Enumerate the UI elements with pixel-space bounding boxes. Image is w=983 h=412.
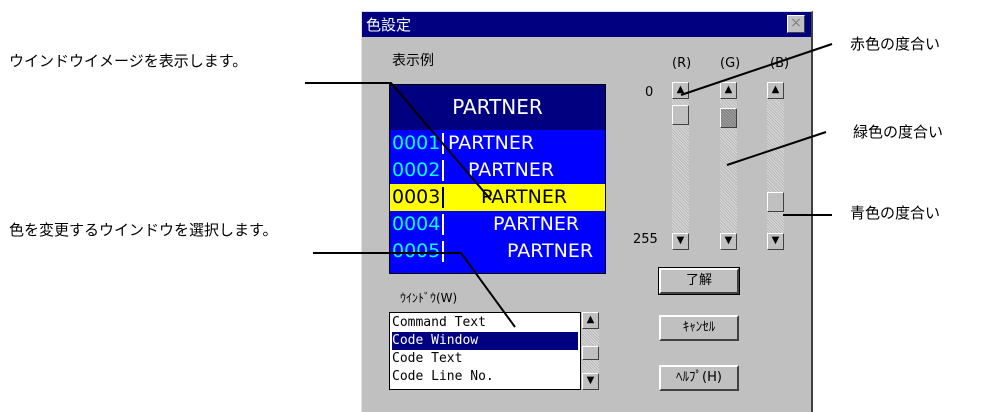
leader-window-image (305, 82, 492, 201)
leader-lines (305, 43, 833, 328)
leader-select-window (313, 252, 516, 328)
leader-green (726, 131, 827, 166)
leader-red (680, 43, 833, 96)
